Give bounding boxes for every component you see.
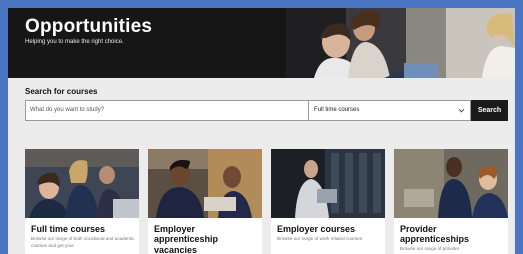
card-photo [25,149,139,218]
card-employer-courses[interactable]: Employer courses Browse our range of wor… [271,149,385,254]
card-title: Employer apprenticeship vacancies [154,224,219,254]
card-title: Provider apprenticeships [400,224,470,245]
search-panel: Search for courses What do you want to s… [8,78,515,132]
search-input[interactable]: What do you want to study? [25,100,308,121]
card-full-time-courses[interactable]: Full time courses Browse our range of bo… [25,149,139,254]
card-description: Browse our range of provider [400,246,460,251]
card-description: Browse our range of work related courses [277,236,363,241]
card-title: Employer courses [277,224,356,234]
hero-banner: Opportunities Helping you to make the ri… [8,8,515,78]
card-employer-apprenticeship-vacancies[interactable]: Employer apprenticeship vacancies [148,149,262,254]
course-type-value: Full time courses [314,107,360,113]
card-photo [394,149,508,218]
card-provider-apprenticeships[interactable]: Provider apprenticeships Browse our rang… [394,149,508,254]
card-photo [271,149,385,218]
page-title: Opportunities [25,16,153,37]
card-photo [148,149,262,218]
page-subtitle: Helping you to make the right choice. [25,39,124,45]
chevron-down-icon [458,106,465,113]
search-label: Search for courses [25,87,98,96]
page-frame: Opportunities Helping you to make the ri… [8,8,515,254]
search-button[interactable]: Search [471,100,508,121]
card-title: Full time courses [31,224,106,234]
hero-photo [286,8,515,78]
course-cards: Full time courses Browse our range of bo… [8,132,515,254]
card-description: Browse our range of both vocational and … [31,236,135,248]
course-type-select[interactable]: Full time courses [308,100,471,121]
